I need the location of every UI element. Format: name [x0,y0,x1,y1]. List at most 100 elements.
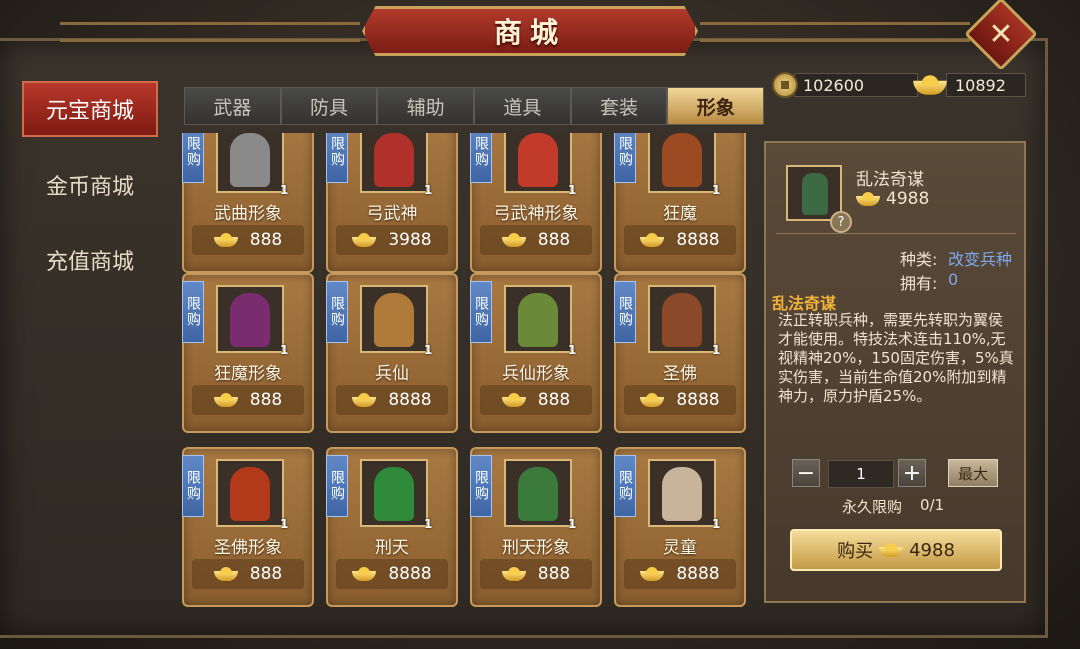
item-card[interactable]: 1 限购 弓武神形象 888 [470,133,602,273]
ingot-icon [913,75,947,95]
item-count: 1 [280,517,289,531]
item-price-value: 888 [249,230,283,250]
tab-label: 武器 [213,96,252,119]
item-portrait [504,133,572,193]
ingot-icon [213,567,238,581]
info-icon[interactable]: ? [830,211,852,233]
tab-accessory[interactable]: 辅助 [377,87,475,125]
item-portrait [648,285,716,353]
item-name: 圣佛形象 [214,538,282,558]
item-card[interactable]: 1 限购 武曲形象 888 [182,133,314,273]
tab-items[interactable]: 道具 [474,87,571,125]
ingot-icon [501,567,526,581]
item-card[interactable]: 1 限购 刑天 8888 [326,447,458,607]
sidebar-item-yuanbao-shop[interactable]: 元宝商城 [22,81,158,137]
item-price-value: 3988 [388,230,432,250]
item-price: 8888 [336,559,448,589]
item-count: 1 [280,343,289,357]
item-card[interactable]: 1 限购 灵童 8888 [614,447,746,607]
increase-quantity-button[interactable]: + [898,459,926,487]
ingot-icon [352,567,377,581]
ingot-icon [501,233,526,247]
item-name: 武曲形象 [214,204,282,224]
limited-badge: 限购 [182,281,204,343]
item-portrait [648,133,716,193]
limited-badge: 限购 [614,281,636,343]
divider [776,233,1016,234]
item-card[interactable]: 1 限购 狂魔 8888 [614,133,746,273]
limited-badge: 限购 [326,455,348,517]
page-title: 商城 [493,16,566,49]
tab-label: 道具 [503,96,542,119]
ingot-amount: 10892 [946,73,1026,97]
ingot-icon [640,233,665,247]
item-price: 888 [480,559,592,589]
item-count: 1 [424,183,433,197]
item-price-value: 8888 [676,230,720,250]
item-price-value: 888 [537,564,571,584]
title-plate: 商城 [362,6,698,56]
type-value: 改变兵种 [948,250,1013,269]
item-count: 1 [568,183,577,197]
buy-price: 4988 [909,539,955,561]
item-card[interactable]: 1 限购 狂魔形象 888 [182,273,314,433]
item-price: 888 [480,385,592,415]
item-card[interactable]: 1 限购 兵仙形象 888 [470,273,602,433]
item-price: 8888 [336,385,448,415]
item-card[interactable]: 1 限购 圣佛 8888 [614,273,746,433]
sidebar-item-gold-shop[interactable]: 金币商城 [22,157,158,213]
tab-label: 套装 [600,96,639,119]
item-count: 1 [568,517,577,531]
category-tabs: 武器 防具 辅助 道具 套装 形象 [184,87,765,125]
item-price-value: 888 [537,390,571,410]
item-count: 1 [424,343,433,357]
item-price-value: 8888 [388,564,432,584]
tab-weapons[interactable]: 武器 [184,87,281,125]
tab-label: 形象 [696,96,735,119]
close-icon: ✕ [988,16,1014,52]
sidebar-item-recharge-shop[interactable]: 充值商城 [22,232,158,288]
item-portrait [360,285,428,353]
tab-armor[interactable]: 防具 [280,87,378,125]
item-card[interactable]: 1 限购 兵仙 8888 [326,273,458,433]
buy-label: 购买 [837,541,874,562]
item-detail-panel: ? 乱法奇谋 4988 种类: 改变兵种 拥有: 0 乱法奇谋 法正转职兵种，需… [764,141,1026,603]
quantity-field[interactable]: 1 [828,460,894,488]
buy-button[interactable]: 购买 4988 [790,529,1002,571]
character-figure [518,133,558,187]
limited-badge: 限购 [182,133,204,183]
decrease-quantity-button[interactable]: − [792,459,820,487]
ingot-icon [856,192,880,206]
limited-badge: 限购 [614,133,636,183]
tab-appearance[interactable]: 形象 [667,87,765,125]
character-figure [230,133,270,187]
owned-value: 0 [948,270,959,289]
item-card[interactable]: 1 限购 刑天形象 888 [470,447,602,607]
coin-amount: 102600 [794,73,918,97]
item-count: 1 [568,343,577,357]
item-name: 刑天 [375,538,409,558]
ingot-icon [879,543,904,557]
character-figure [662,293,702,347]
item-portrait [648,459,716,527]
limited-badge: 限购 [326,133,348,183]
owned-label: 拥有: [900,274,938,293]
item-card[interactable]: 1 限购 弓武神 3988 [326,133,458,273]
ingot-icon [352,393,377,407]
ingot-icon [213,393,238,407]
character-figure [662,467,702,521]
item-name: 弓武神形象 [493,204,579,224]
item-price-value: 888 [537,230,571,250]
sidebar-item-label: 元宝商城 [45,99,134,124]
tab-sets[interactable]: 套装 [570,87,668,125]
ingot-icon [352,233,377,247]
item-portrait [360,133,428,193]
ingot-balance: 10892 [913,72,1026,98]
item-name: 刑天形象 [502,538,570,558]
max-quantity-button[interactable]: 最大 [948,459,998,487]
item-price: 888 [192,385,304,415]
item-name: 狂魔 [663,204,697,224]
item-card[interactable]: 1 限购 圣佛形象 888 [182,447,314,607]
sidebar-item-label: 充值商城 [45,250,134,275]
ingot-icon [501,393,526,407]
